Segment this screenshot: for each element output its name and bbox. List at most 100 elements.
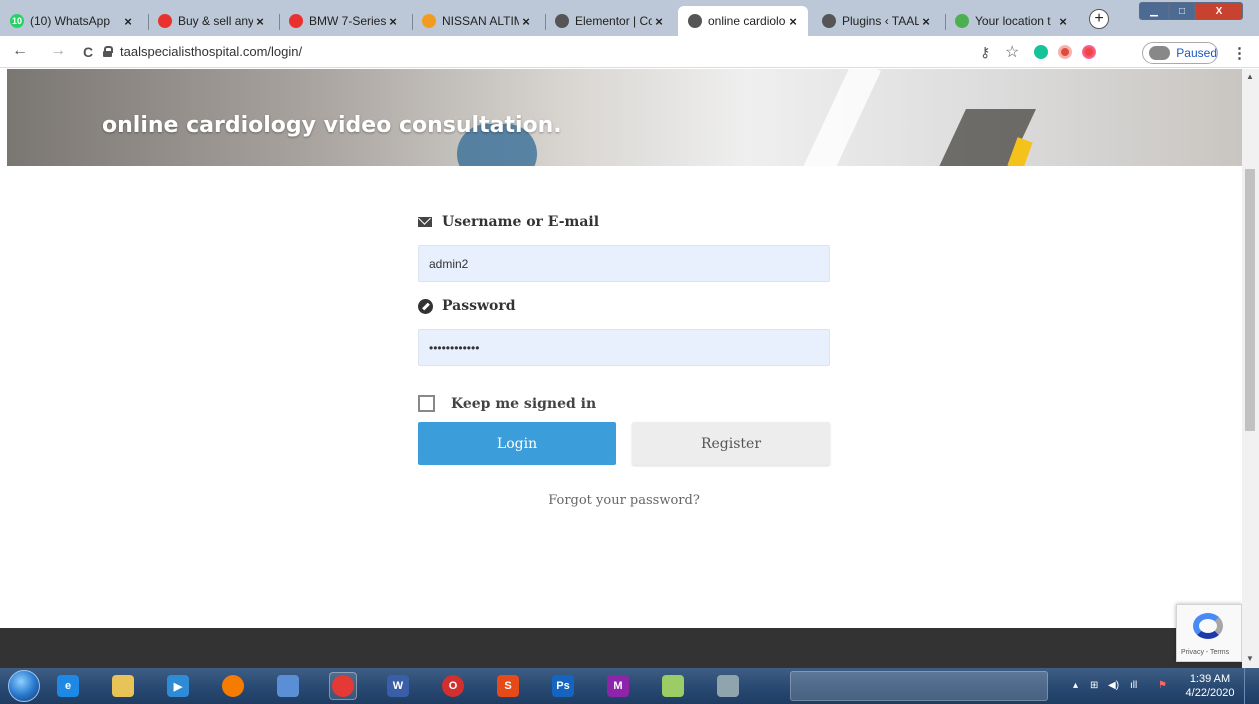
address-bar[interactable]: taalspecialisthospital.com/login/ <box>120 44 302 59</box>
close-tab-icon[interactable]: × <box>386 14 400 29</box>
lock-icon[interactable] <box>103 46 113 57</box>
new-tab-button[interactable]: + <box>1089 9 1109 29</box>
tab-label: Buy & sell any <box>178 14 253 28</box>
olx-icon <box>158 14 172 28</box>
firefox-icon <box>222 675 244 697</box>
internet-explorer-icon: e <box>57 675 79 697</box>
bookmark-star-icon[interactable]: ☆ <box>1005 42 1019 62</box>
scrollbar-thumb[interactable] <box>1245 169 1255 431</box>
app-tool-icon <box>717 675 739 697</box>
globe-icon <box>822 14 836 28</box>
extension-red-icon[interactable] <box>1058 45 1072 59</box>
extension-color-icon[interactable] <box>1082 45 1096 59</box>
scroll-up-icon[interactable]: ▲ <box>1246 72 1254 81</box>
tray-arrow-icon[interactable]: ▴ <box>1073 680 1078 691</box>
paused-label: Paused <box>1176 46 1217 60</box>
close-tab-icon[interactable]: × <box>121 14 135 29</box>
register-button[interactable]: Register <box>632 422 830 465</box>
close-tab-icon[interactable]: × <box>253 14 267 29</box>
close-tab-icon[interactable]: × <box>652 14 666 29</box>
close-tab-icon[interactable]: × <box>1056 14 1070 29</box>
password-field[interactable]: •••••••••••• <box>418 329 830 366</box>
close-tab-icon[interactable]: × <box>519 14 533 29</box>
opera-icon: O <box>442 675 464 697</box>
start-button[interactable] <box>8 670 40 702</box>
taskbar-app[interactable] <box>274 672 302 700</box>
recaptcha-badge[interactable]: Privacy - Terms <box>1176 604 1242 662</box>
browser-tab[interactable]: online cardiolo × <box>678 6 808 36</box>
taskbar-app[interactable]: e <box>54 672 82 700</box>
show-desktop-button[interactable] <box>1244 668 1259 704</box>
password-label-row: Password <box>418 298 516 314</box>
system-clock[interactable]: 1:39 AM 4/22/2020 <box>1185 672 1235 700</box>
forgot-password-link[interactable]: Forgot your password? <box>418 493 830 508</box>
recaptcha-icon <box>1193 613 1223 639</box>
app-m-icon: M <box>607 675 629 697</box>
remember-checkbox[interactable] <box>418 395 435 412</box>
sticky-notes-icon <box>662 675 684 697</box>
recaptcha-text[interactable]: Privacy - Terms <box>1181 649 1229 656</box>
remember-label: Keep me signed in <box>451 395 597 412</box>
browser-tab[interactable]: Elementor | Co × <box>545 6 674 36</box>
avatar <box>1149 46 1171 60</box>
reload-button[interactable]: C <box>83 44 93 60</box>
browser-tab[interactable]: NISSAN ALTIM × <box>412 6 541 36</box>
profile-paused-button[interactable]: Paused <box>1142 42 1218 64</box>
taskbar-app[interactable] <box>219 672 247 700</box>
taskbar-app[interactable]: Ps <box>549 672 577 700</box>
grammarly-icon[interactable] <box>1034 45 1048 59</box>
taskbar-app[interactable] <box>659 672 687 700</box>
forward-button[interactable]: → <box>50 42 66 60</box>
chrome-icon <box>332 675 354 697</box>
browser-tab[interactable]: BMW 7-Series × <box>279 6 408 36</box>
pakwheels-icon <box>422 14 436 28</box>
browser-tab[interactable]: Buy & sell any × <box>148 6 275 36</box>
tab-label: Elementor | Co <box>575 14 652 28</box>
clock-time: 1:39 AM <box>1189 673 1231 685</box>
action-center-flag-icon[interactable]: ⚑ <box>1158 680 1167 691</box>
browser-menu-icon[interactable]: ⋮ <box>1232 44 1247 62</box>
scroll-down-icon[interactable]: ▼ <box>1246 654 1254 663</box>
taskbar-app[interactable] <box>329 672 357 700</box>
taskbar-app[interactable] <box>109 672 137 700</box>
taskbar-app[interactable]: W <box>384 672 412 700</box>
taskbar-app[interactable]: O <box>439 672 467 700</box>
back-button[interactable]: ← <box>12 42 28 60</box>
key-icon[interactable]: ⚷ <box>980 44 990 61</box>
browser-tab[interactable]: 10 (10) WhatsApp × <box>0 6 143 36</box>
maximize-button[interactable]: □ <box>1169 2 1195 20</box>
tab-label: (10) WhatsApp <box>30 14 111 28</box>
tab-label: NISSAN ALTIM <box>442 14 519 28</box>
remember-me[interactable]: Keep me signed in <box>418 395 596 412</box>
network-icon[interactable]: ⊞ <box>1090 680 1098 691</box>
taskbar-open-window[interactable] <box>790 671 1048 701</box>
page-scrollbar[interactable]: ▲ ▼ <box>1242 69 1259 668</box>
taskbar-app[interactable]: M <box>604 672 632 700</box>
close-tab-icon[interactable]: × <box>919 14 933 29</box>
browser-toolbar: ← → C taalspecialisthospital.com/login/ … <box>0 36 1259 68</box>
page-footer <box>0 628 1242 668</box>
clock-date: 4/22/2020 <box>1185 687 1235 699</box>
close-window-button[interactable]: X <box>1195 2 1243 20</box>
taskbar-app[interactable]: S <box>494 672 522 700</box>
minimize-button[interactable]: ▁ <box>1139 2 1169 20</box>
taskbar-app[interactable]: ▶ <box>164 672 192 700</box>
web-page: online cardiology video consultation. Us… <box>0 69 1242 628</box>
maps-pin-icon <box>955 14 969 28</box>
app-blue-icon <box>277 675 299 697</box>
login-button[interactable]: Login <box>418 422 616 465</box>
browser-tab[interactable]: Your location t × <box>945 6 1078 36</box>
tab-strip: 10 (10) WhatsApp × Buy & sell any × BMW 7-Ser… <box>0 0 1259 36</box>
tab-label: Your location t <box>975 14 1051 28</box>
username-label: Username or E-mail <box>442 214 600 230</box>
username-field[interactable]: admin2 <box>418 245 830 282</box>
signal-icon[interactable]: ıll <box>1130 680 1137 691</box>
taskbar-app[interactable] <box>714 672 742 700</box>
browser-tab[interactable]: Plugins ‹ TAAL × <box>812 6 941 36</box>
globe-icon <box>555 14 569 28</box>
volume-icon[interactable]: ◀) <box>1108 680 1119 691</box>
media-player-icon: ▶ <box>167 675 189 697</box>
tab-label: BMW 7-Series <box>309 14 386 28</box>
tab-label: online cardiolo <box>708 14 786 28</box>
close-tab-icon[interactable]: × <box>786 14 800 29</box>
